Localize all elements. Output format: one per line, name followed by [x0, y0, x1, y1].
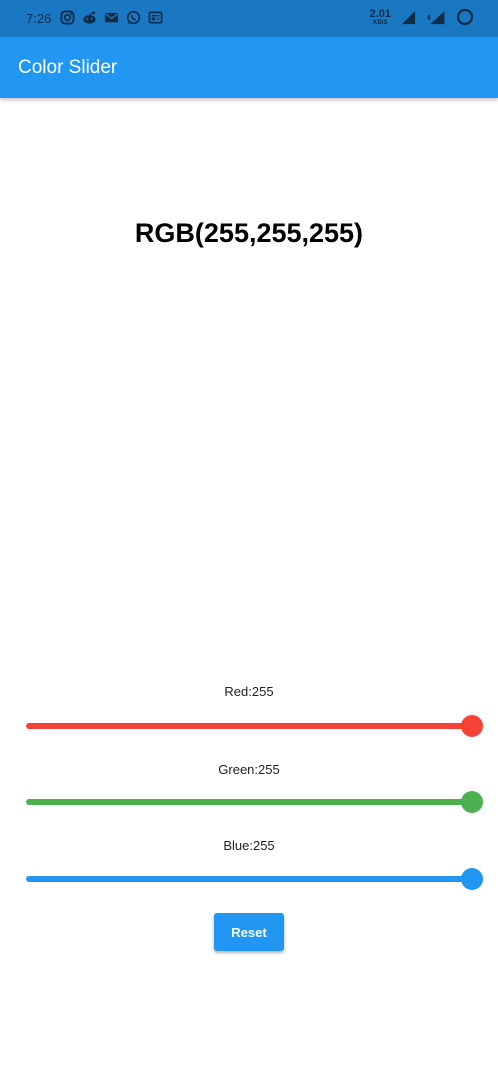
- instagram-icon: [60, 10, 75, 25]
- blue-slider[interactable]: [26, 868, 483, 890]
- battery-ring-icon: [456, 8, 474, 26]
- red-slider[interactable]: [26, 715, 483, 737]
- notification-icons: [60, 10, 163, 25]
- signal-4g-icon: $: [426, 10, 446, 25]
- news-icon: [148, 10, 163, 25]
- reddit-icon: [82, 10, 97, 25]
- whatsapp-icon: [126, 10, 141, 25]
- signal-icon: [401, 10, 416, 25]
- green-slider-track[interactable]: [26, 799, 472, 805]
- mail-icon: [104, 10, 119, 25]
- svg-text:$: $: [427, 13, 432, 21]
- green-slider[interactable]: [26, 791, 483, 813]
- red-slider-thumb[interactable]: [461, 715, 483, 737]
- rgb-value-display: RGB(255,255,255): [134, 218, 364, 248]
- blue-slider-track[interactable]: [26, 876, 472, 882]
- red-slider-track[interactable]: [26, 723, 472, 729]
- blue-slider-label: Blue:255: [223, 838, 275, 853]
- app-title: Color Slider: [18, 57, 118, 78]
- green-slider-label: Green:255: [218, 762, 280, 777]
- network-speed: 2.01 KB/S: [369, 7, 391, 26]
- status-time: 7:26: [26, 11, 52, 26]
- system-icons: 2.01 KB/S $: [370, 8, 474, 26]
- green-slider-thumb[interactable]: [461, 791, 483, 813]
- red-slider-label: Red:255: [224, 684, 274, 699]
- reset-button[interactable]: Reset: [214, 913, 284, 951]
- blue-slider-thumb[interactable]: [461, 868, 483, 890]
- app-bar: Color Slider: [0, 37, 498, 98]
- network-speed-value: 2.01: [369, 7, 391, 20]
- status-bar: 7:26 2.01 KB/S $: [0, 0, 498, 37]
- network-speed-unit: KB/S: [373, 19, 388, 26]
